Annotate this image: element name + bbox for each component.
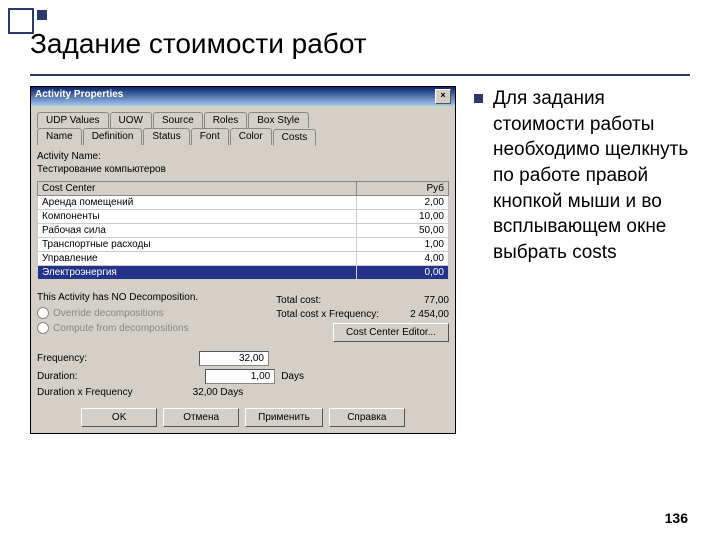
slide-deco bbox=[0, 0, 55, 42]
frequency-input[interactable]: 32,00 bbox=[199, 351, 269, 366]
tab-status[interactable]: Status bbox=[143, 128, 189, 145]
activity-name-value: Тестирование компьютеров bbox=[37, 164, 449, 175]
title-separator bbox=[30, 74, 690, 76]
duration-unit: Days bbox=[281, 371, 304, 382]
duration-label: Duration: bbox=[37, 371, 78, 382]
cost-table[interactable]: Cost CenterРуб Аренда помещений2,00 Комп… bbox=[37, 181, 449, 280]
tab-color[interactable]: Color bbox=[230, 128, 272, 145]
total-cost-value: 77,00 bbox=[379, 295, 449, 306]
table-row: Рабочая сила50,00 bbox=[38, 224, 449, 238]
tab-udp[interactable]: UDP Values bbox=[37, 112, 109, 128]
th-currency[interactable]: Руб bbox=[356, 182, 448, 196]
dialog-window: Activity Properties × UDP Values UOW Sou… bbox=[30, 86, 456, 434]
frequency-label: Frequency: bbox=[37, 353, 87, 364]
cost-center-editor-button[interactable]: Cost Center Editor... bbox=[333, 323, 449, 342]
close-icon[interactable]: × bbox=[435, 89, 451, 104]
cancel-button[interactable]: Отмена bbox=[163, 408, 239, 427]
table-row: Электроэнергия0,00 bbox=[38, 266, 449, 280]
tcf-label: Total cost x Frequency: bbox=[276, 309, 379, 320]
table-row: Управление4,00 bbox=[38, 252, 449, 266]
dxf-label: Duration x Frequency bbox=[37, 387, 133, 398]
apply-button[interactable]: Применить bbox=[245, 408, 323, 427]
tab-definition[interactable]: Definition bbox=[83, 128, 143, 145]
table-row: Аренда помещений2,00 bbox=[38, 196, 449, 210]
table-row: Транспортные расходы1,00 bbox=[38, 238, 449, 252]
tab-uow[interactable]: UOW bbox=[110, 112, 152, 128]
ok-button[interactable]: OK bbox=[81, 408, 157, 427]
radio-override[interactable]: Override decompositions bbox=[37, 307, 256, 319]
tab-source[interactable]: Source bbox=[153, 112, 203, 128]
th-costcenter[interactable]: Cost Center bbox=[38, 182, 357, 196]
activity-name-label: Activity Name: bbox=[37, 151, 449, 162]
help-button[interactable]: Справка bbox=[329, 408, 405, 427]
bullet-icon bbox=[474, 94, 483, 103]
radio-compute[interactable]: Compute from decompositions bbox=[37, 322, 256, 334]
tab-roles[interactable]: Roles bbox=[204, 112, 248, 128]
titlebar[interactable]: Activity Properties × bbox=[31, 87, 455, 106]
tabs: UDP Values UOW Source Roles Box Style Na… bbox=[37, 112, 449, 145]
decomp-text: This Activity has NO Decomposition. bbox=[37, 292, 256, 303]
tcf-value: 2 454,00 bbox=[379, 309, 449, 320]
page-number: 136 bbox=[665, 510, 688, 526]
total-cost-label: Total cost: bbox=[276, 295, 321, 306]
duration-input[interactable]: 1,00 bbox=[205, 369, 275, 384]
tab-name[interactable]: Name bbox=[37, 128, 82, 145]
tab-boxstyle[interactable]: Box Style bbox=[248, 112, 308, 128]
slide-title: Задание стоимости работ bbox=[30, 28, 690, 60]
tab-costs[interactable]: Costs bbox=[273, 129, 317, 146]
dxf-value: 32,00 Days bbox=[193, 387, 244, 398]
sidebar-text: Для задания стоимости работы необходимо … bbox=[493, 86, 690, 265]
titlebar-text: Activity Properties bbox=[35, 89, 123, 104]
table-row: Компоненты10,00 bbox=[38, 210, 449, 224]
tab-font[interactable]: Font bbox=[191, 128, 229, 145]
